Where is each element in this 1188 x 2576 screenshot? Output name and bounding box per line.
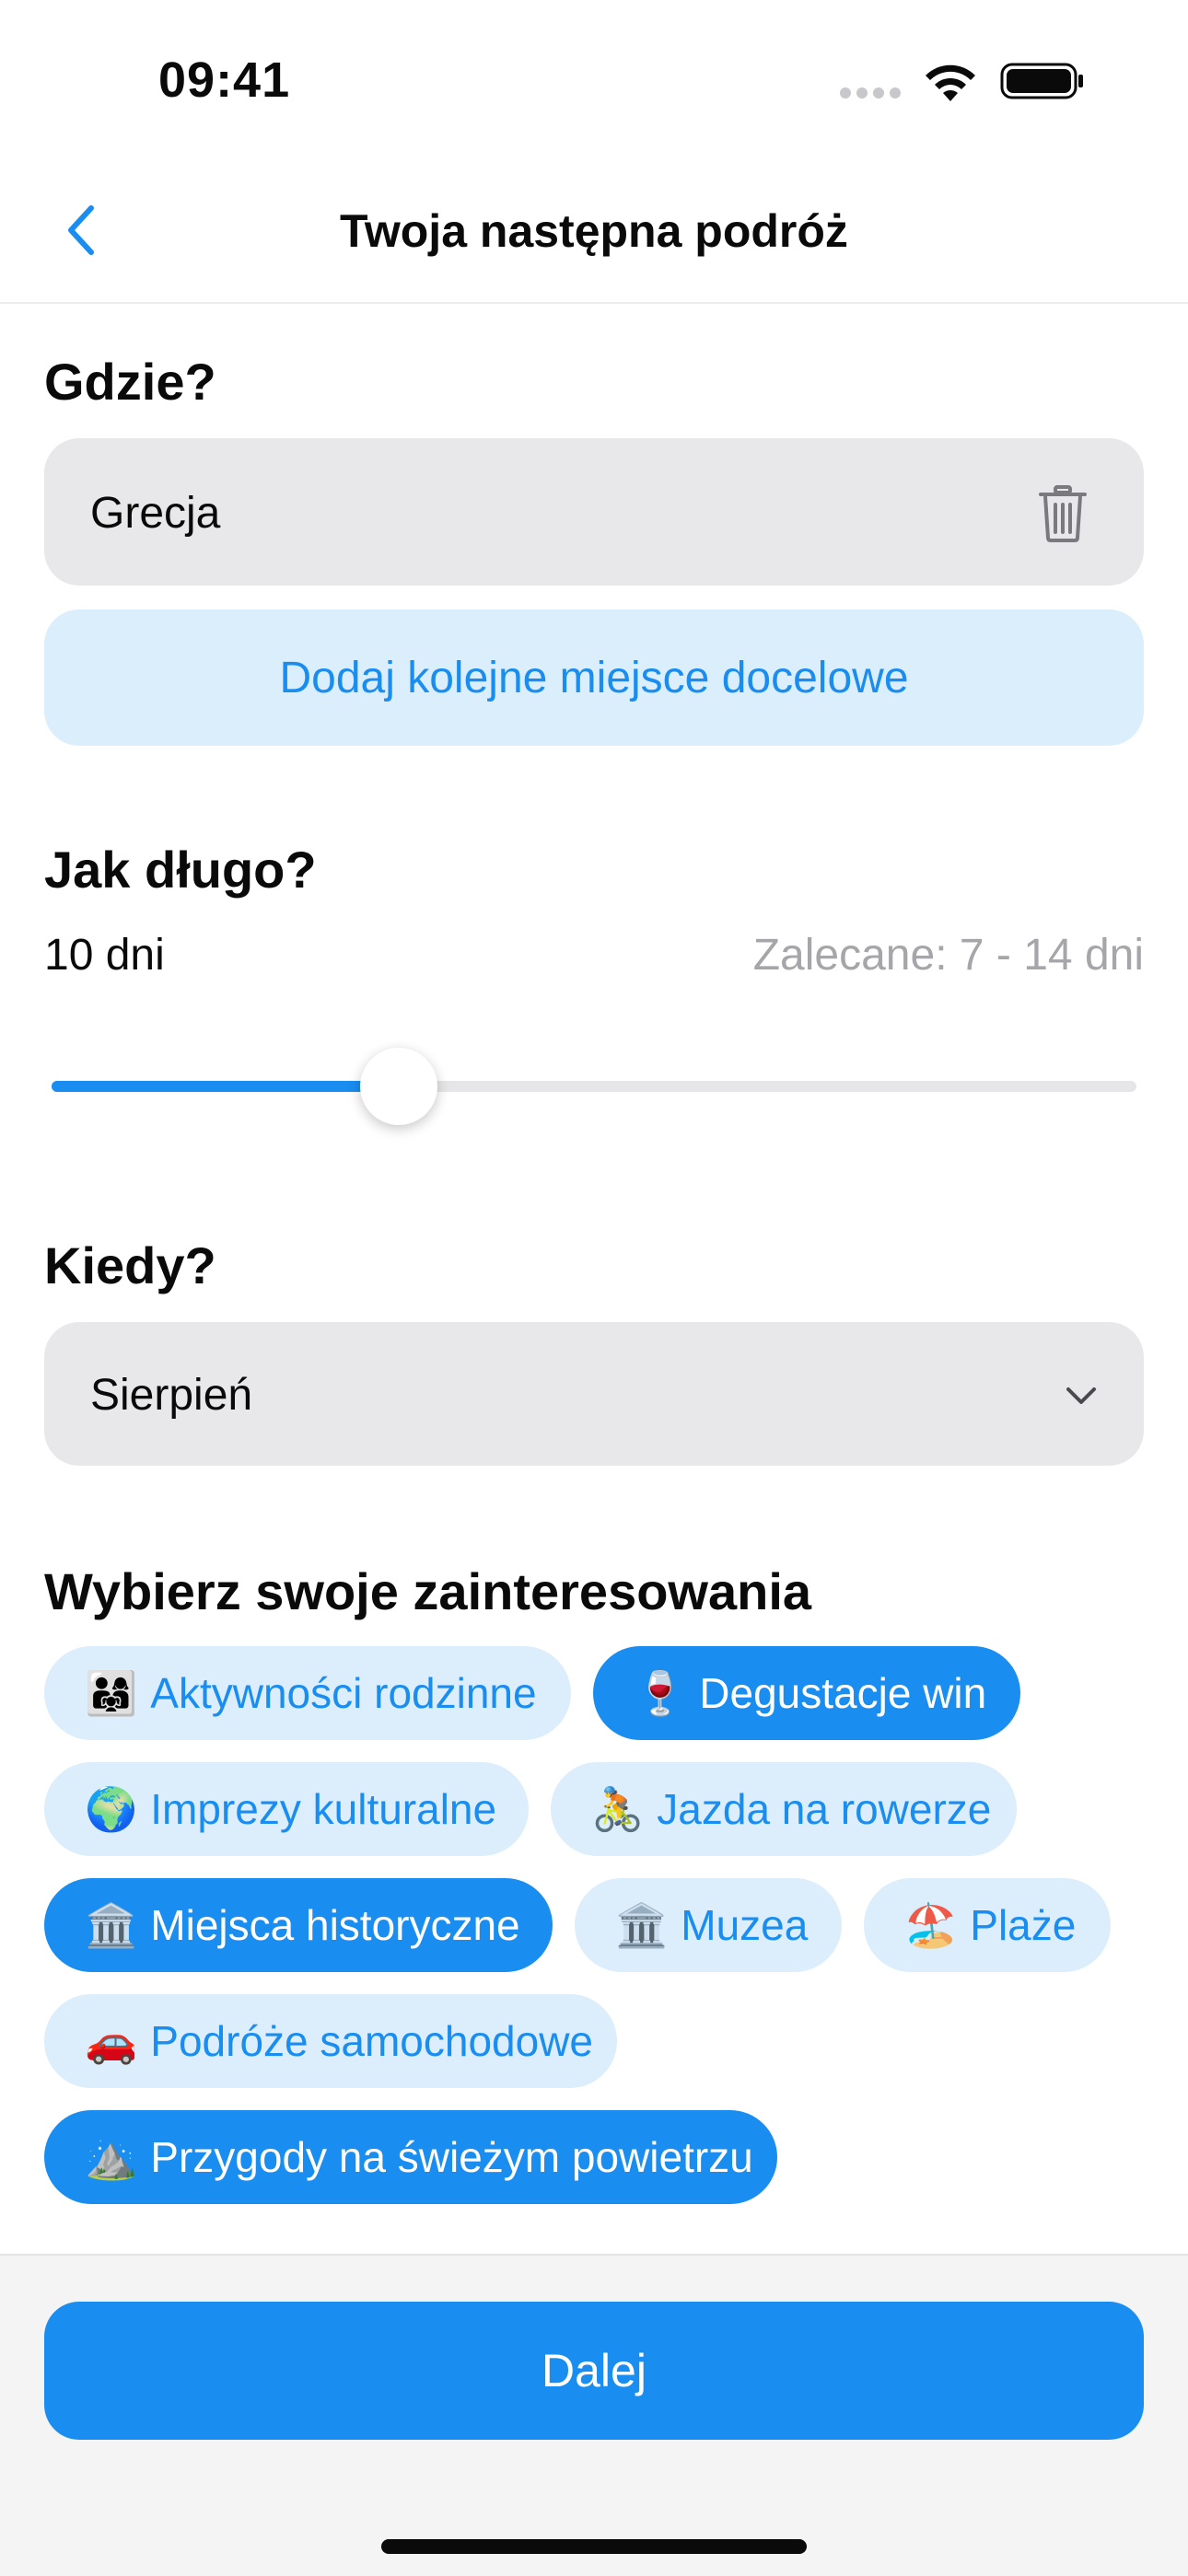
interest-chip[interactable]: ⛰️ Przygody na świeżym powietrzu [44, 2110, 777, 2204]
month-select[interactable]: Sierpień [44, 1322, 1144, 1466]
selected-month: Sierpień [90, 1371, 253, 1420]
home-indicator [381, 2539, 807, 2554]
interest-chip-emoji-icon: 🏛️ [615, 1900, 669, 1949]
status-time: 09:41 [158, 52, 291, 108]
interest-chip-emoji-icon: 🌍 [85, 1784, 138, 1833]
cellular-signal-icon [840, 87, 906, 103]
recommended-duration: Zalecane: 7 - 14 dni [752, 931, 1144, 980]
interest-chip-label: Plaże [970, 1901, 1077, 1949]
trash-icon[interactable] [1035, 484, 1090, 543]
interest-chip[interactable]: 🚗 Podróże samochodowe [44, 1994, 617, 2088]
interest-chip-label: Miejsca historyczne [150, 1901, 520, 1949]
duration-value: 10 dni [44, 931, 165, 980]
interest-chip[interactable]: 👨‍👩‍👧 Aktywności rodzinne [44, 1646, 571, 1740]
interest-chip-emoji-icon: 🏛️ [85, 1900, 138, 1949]
navigation-bar: Twoja następna podróż [0, 157, 1188, 304]
bottom-bar: Dalej [0, 2254, 1188, 2576]
destination-field[interactable]: Grecja [44, 438, 1144, 586]
duration-slider[interactable] [52, 1048, 1136, 1125]
status-bar: 09:41 [0, 0, 1188, 157]
slider-fill [52, 1081, 399, 1092]
interest-chip-label: Imprezy kulturalne [150, 1785, 497, 1833]
interest-chip[interactable]: 🏖️ Plaże [864, 1878, 1111, 1972]
interest-chip-label: Aktywności rodzinne [150, 1669, 537, 1717]
where-title: Gdzie? [44, 353, 216, 411]
wifi-icon [926, 64, 975, 101]
destination-value: Grecja [90, 489, 221, 538]
interest-chip[interactable]: 🌍 Imprezy kulturalne [44, 1762, 529, 1856]
interest-chip-emoji-icon: ⛰️ [85, 2132, 138, 2181]
interest-chip-label: Muzea [681, 1901, 809, 1949]
interest-chip-label: Podróże samochodowe [150, 2017, 594, 2065]
how-long-title: Jak długo? [44, 841, 317, 899]
interest-chip-label: Degustacje win [699, 1669, 987, 1717]
page-title: Twoja następna podróż [340, 205, 848, 257]
chevron-down-icon [1066, 1387, 1096, 1404]
next-button[interactable]: Dalej [44, 2302, 1144, 2440]
interest-chip[interactable]: 🏛️ Muzea [575, 1878, 842, 1972]
interests-title: Wybierz swoje zainteresowania [44, 1562, 812, 1620]
interest-chip-label: Przygody na świeżym powietrzu [150, 2133, 753, 2181]
interest-chip[interactable]: 🚴 Jazda na rowerze [551, 1762, 1017, 1856]
slider-thumb[interactable] [359, 1048, 437, 1125]
interest-chip-emoji-icon: 🍷 [634, 1668, 687, 1717]
interest-chip-emoji-icon: 👨‍👩‍👧 [85, 1668, 138, 1717]
battery-icon [1000, 63, 1083, 99]
interest-chip-emoji-icon: 🚴 [591, 1784, 645, 1833]
interest-chip-emoji-icon: 🏖️ [904, 1900, 958, 1949]
interest-chip[interactable]: 🍷 Degustacje win [593, 1646, 1020, 1740]
when-title: Kiedy? [44, 1236, 216, 1294]
interest-chip-emoji-icon: 🚗 [85, 2016, 138, 2065]
interest-chip[interactable]: 🏛️ Miejsca historyczne [44, 1878, 553, 1972]
add-destination-button[interactable]: Dodaj kolejne miejsce docelowe [44, 609, 1144, 746]
interest-chip-label: Jazda na rowerze [657, 1785, 992, 1833]
